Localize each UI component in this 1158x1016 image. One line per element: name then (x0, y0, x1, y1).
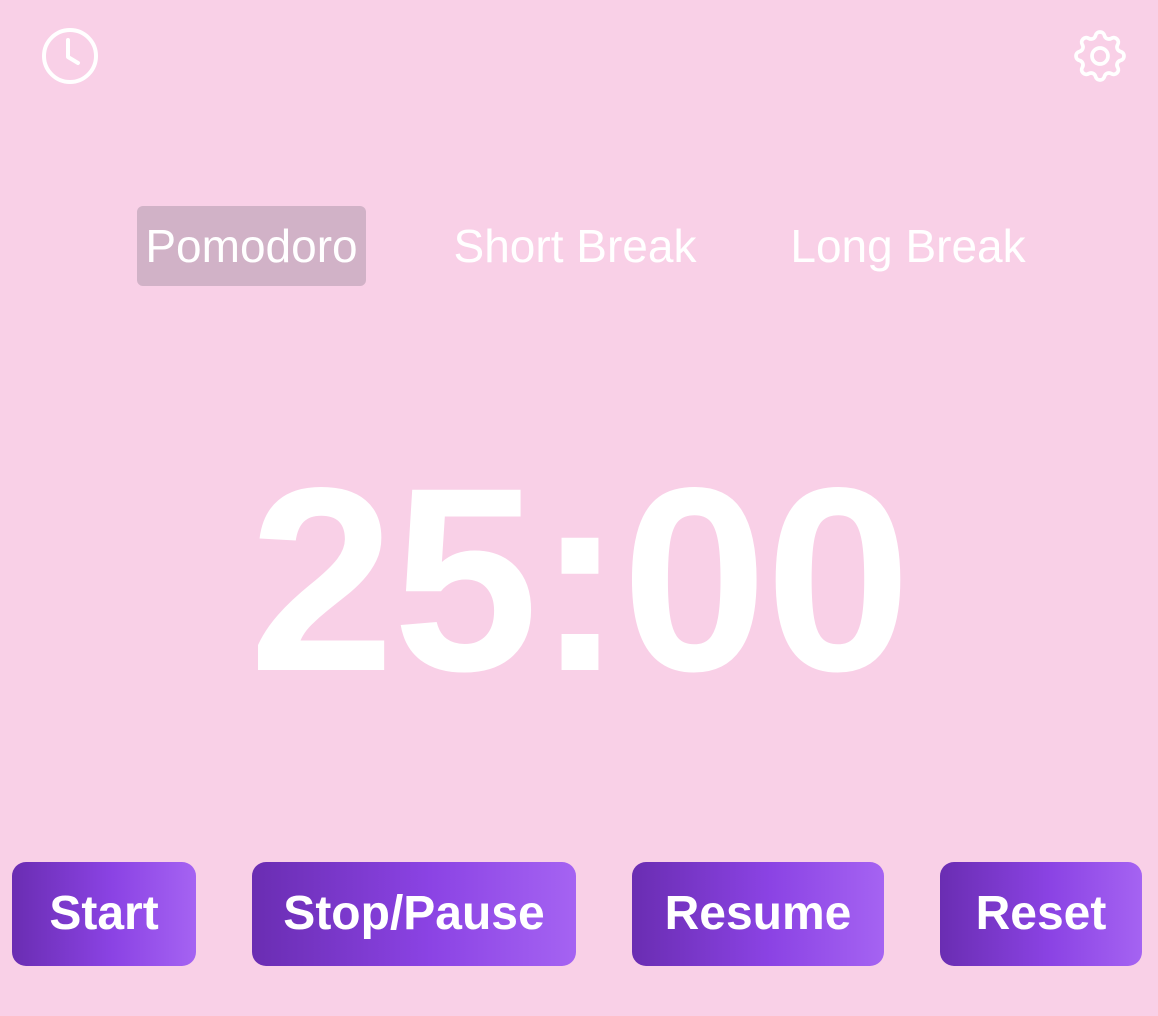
resume-button[interactable]: Resume (632, 862, 884, 966)
tab-long-break[interactable]: Long Break (786, 206, 1030, 286)
reset-button[interactable]: Reset (940, 862, 1142, 966)
clock-icon[interactable] (40, 26, 100, 86)
start-button[interactable]: Start (12, 862, 196, 966)
stop-pause-button[interactable]: Stop/Pause (252, 862, 576, 966)
tab-short-break[interactable]: Short Break (448, 206, 702, 286)
mode-tabs: Pomodoro Short Break Long Break (0, 206, 1158, 286)
timer-display: 25:00 (248, 433, 911, 726)
tab-pomodoro[interactable]: Pomodoro (137, 206, 366, 286)
gear-icon[interactable] (1068, 24, 1132, 88)
